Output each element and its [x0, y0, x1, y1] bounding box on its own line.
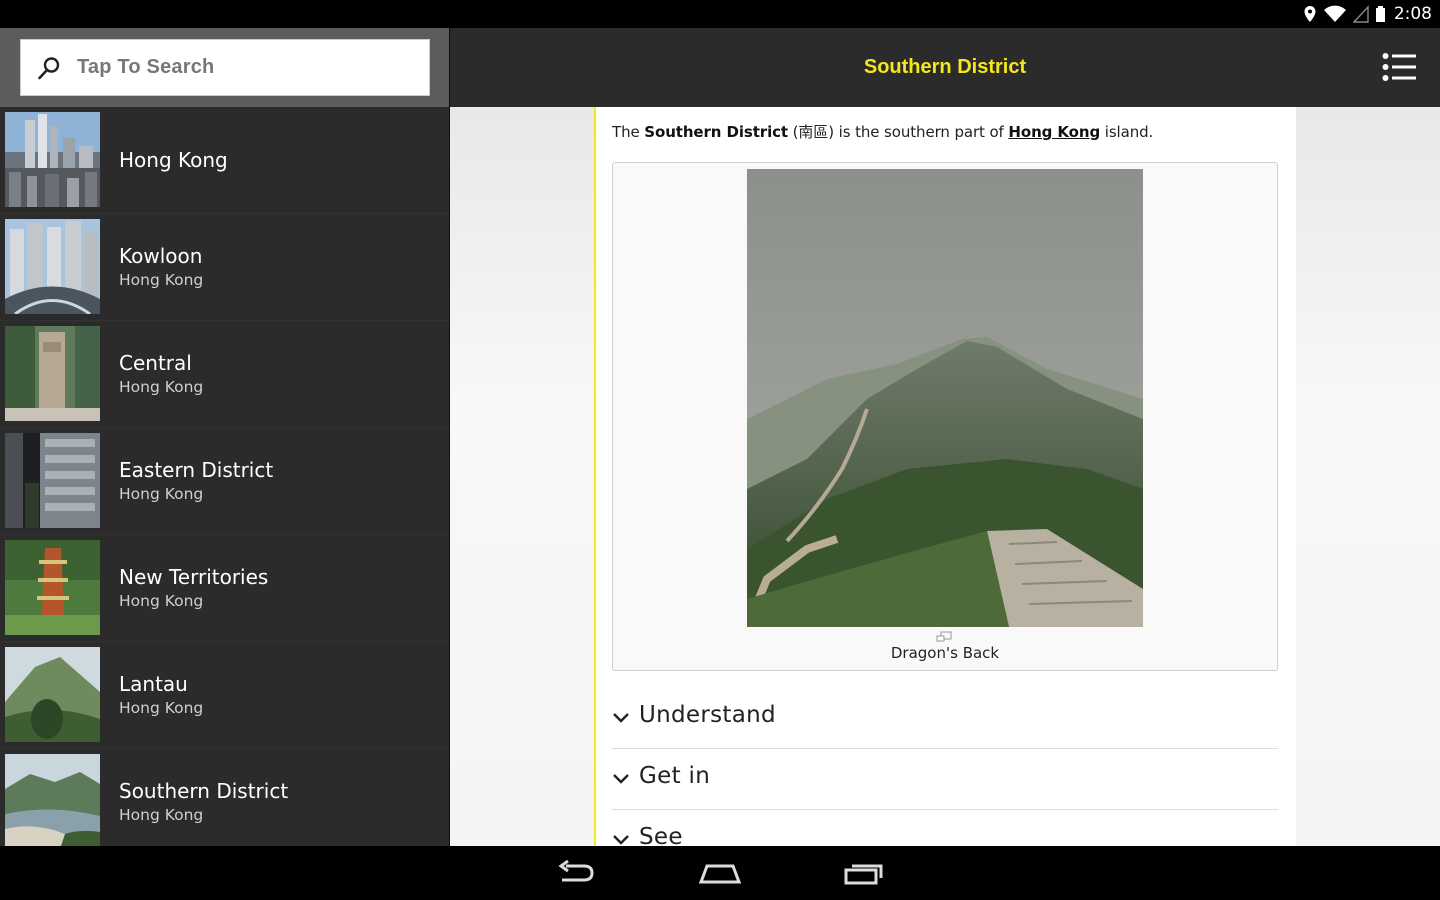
intro-paragraph: The Southern District (南區) is the southe…	[612, 121, 1153, 142]
list-item-title: Central	[119, 351, 192, 375]
thumbnail-image	[5, 647, 100, 742]
hong-kong-link[interactable]: Hong Kong	[1008, 123, 1100, 141]
list-item-hong-kong[interactable]: Hong Kong	[0, 107, 449, 214]
chevron-down-icon	[613, 835, 629, 845]
list-item-new-territories[interactable]: New Territories Hong Kong	[0, 535, 449, 642]
thumbnail-image	[5, 754, 100, 846]
intro-text: The	[612, 123, 645, 141]
list-item-title: Lantau	[119, 672, 188, 696]
list-item-subtitle: Hong Kong	[119, 699, 204, 717]
list-item-title: Southern District	[119, 779, 289, 803]
list-item-subtitle: Hong Kong	[119, 378, 204, 396]
list-item-central[interactable]: Central Hong Kong	[0, 321, 449, 428]
article-content-area: The Southern District (南區) is the southe…	[450, 107, 1440, 846]
back-icon	[558, 860, 594, 882]
list-item-title: Hong Kong	[119, 148, 228, 172]
thumbnail-image	[5, 112, 100, 207]
article-title: Southern District	[863, 56, 1027, 78]
thumbnail-image	[5, 433, 100, 528]
back-button[interactable]	[546, 858, 606, 888]
section-label: Understand	[639, 702, 776, 728]
location-icon	[1304, 6, 1316, 22]
article-page: The Southern District (南區) is the southe…	[594, 107, 1296, 846]
section-understand[interactable]: Understand	[612, 688, 1278, 749]
system-navigation-bar	[0, 846, 1440, 900]
list-item-title: Kowloon	[119, 244, 203, 268]
status-bar: 2:08	[0, 0, 1440, 28]
list-item-eastern-district[interactable]: Eastern District Hong Kong	[0, 428, 449, 535]
list-item-subtitle: Hong Kong	[119, 592, 204, 610]
list-item-subtitle: Hong Kong	[119, 806, 204, 824]
search-area: Tap To Search	[0, 28, 449, 107]
home-icon	[699, 864, 741, 884]
thumbnail-image	[5, 326, 100, 421]
thumbnail-image	[5, 219, 100, 314]
list-item-title: Eastern District	[119, 458, 274, 482]
section-label: See	[639, 824, 683, 846]
intro-text: island.	[1100, 123, 1154, 141]
destination-list-panel: Tap To Search Hong Kong Kowloon Hong Kon…	[0, 28, 449, 846]
list-item-southern-district[interactable]: Southern District Hong Kong	[0, 749, 449, 846]
table-of-contents-button[interactable]	[1382, 52, 1416, 82]
thumbnail-image	[5, 540, 100, 635]
section-label: Get in	[639, 763, 711, 789]
recent-apps-icon	[844, 864, 883, 885]
search-input[interactable]: Tap To Search	[20, 39, 430, 96]
battery-icon	[1375, 6, 1385, 22]
list-item-subtitle: Hong Kong	[119, 271, 204, 289]
home-button[interactable]	[690, 858, 750, 888]
wifi-icon	[1323, 5, 1346, 22]
enlarge-icon[interactable]	[936, 631, 952, 643]
destination-list: Hong Kong Kowloon Hong Kong Central Hong…	[0, 107, 449, 846]
recent-apps-button[interactable]	[834, 858, 894, 888]
list-item-subtitle: Hong Kong	[119, 485, 204, 503]
search-icon	[21, 39, 77, 96]
chevron-down-icon	[613, 774, 629, 784]
intro-text: (南區) is the southern part of	[787, 123, 1009, 141]
signal-icon	[1352, 5, 1369, 23]
section-see[interactable]: See	[612, 810, 1278, 846]
image-caption: Dragon's Back	[890, 644, 1000, 662]
list-item-lantau[interactable]: Lantau Hong Kong	[0, 642, 449, 749]
image-figure: Dragon's Back	[612, 162, 1278, 671]
dragons-back-photo[interactable]	[747, 169, 1143, 627]
chevron-down-icon	[613, 713, 629, 723]
section-get-in[interactable]: Get in	[612, 749, 1278, 810]
clock: 2:08	[1393, 4, 1432, 24]
article-toolbar: Southern District	[450, 28, 1440, 107]
status-icons: 2:08	[1303, 0, 1432, 28]
search-placeholder: Tap To Search	[77, 56, 215, 78]
intro-bold-term: Southern District	[644, 123, 788, 141]
list-menu-icon	[1382, 53, 1416, 81]
list-item-kowloon[interactable]: Kowloon Hong Kong	[0, 214, 449, 321]
list-item-title: New Territories	[119, 565, 269, 589]
